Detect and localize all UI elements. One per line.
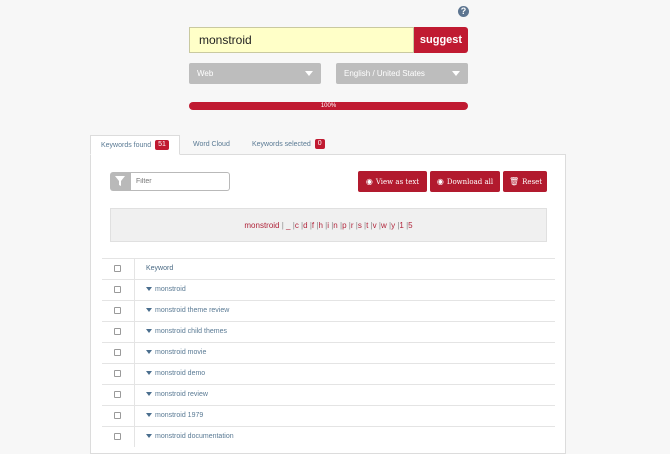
caret-down-icon — [146, 371, 152, 376]
keyword-link[interactable]: monstroid child themes — [146, 322, 227, 342]
caret-down-icon — [146, 329, 152, 334]
row-checkbox[interactable] — [114, 391, 121, 398]
caret-down-icon — [146, 308, 152, 313]
alphabet-letter[interactable]: v — [373, 221, 377, 230]
keywords-found-count-badge: 51 — [155, 140, 169, 151]
caret-down-icon — [146, 434, 152, 439]
view-as-text-label: View as text — [375, 178, 420, 186]
download-all-button[interactable]: ◉ Download all — [430, 171, 500, 192]
alphabet-letter[interactable]: _ — [286, 221, 290, 230]
column-header-keyword: Keyword — [146, 265, 174, 272]
alphabet-letter[interactable]: d — [303, 221, 307, 230]
tab-word-cloud[interactable]: Word Cloud — [183, 135, 240, 155]
chevron-down-icon — [305, 71, 313, 76]
alphabet-letter[interactable]: c — [295, 221, 299, 230]
alphabet-letter[interactable]: p — [342, 221, 346, 230]
alphabet-prefix[interactable]: monstroid — [244, 221, 279, 230]
progress-label: 100% — [320, 103, 337, 109]
table-row: monstroid theme review — [102, 300, 555, 321]
alphabet-letter[interactable]: f — [312, 221, 314, 230]
filter-group — [110, 172, 230, 191]
alphabet-letter[interactable]: w — [381, 221, 387, 230]
tab-label: Word Cloud — [193, 141, 230, 148]
search-input[interactable] — [189, 27, 414, 53]
keyword-table: Keyword monstroid monstroid theme review… — [102, 258, 555, 447]
alphabet-letter[interactable]: n — [333, 221, 337, 230]
tab-label: Keywords selected — [252, 141, 311, 148]
keyword-text: monstroid documentation — [155, 433, 234, 440]
alphabet-letter[interactable]: h — [318, 221, 322, 230]
alphabet-letter[interactable]: i — [327, 221, 329, 230]
keyword-text: monstroid theme review — [155, 307, 230, 314]
alphabet-letter[interactable]: r — [351, 221, 354, 230]
table-row: monstroid child themes — [102, 321, 555, 342]
filter-input[interactable] — [131, 172, 230, 191]
keyword-link[interactable]: monstroid movie — [146, 343, 206, 363]
alphabet-filter: monstroid | _ |c |d |f |h |i |n |p |r |s… — [110, 208, 547, 242]
row-checkbox[interactable] — [114, 307, 121, 314]
tab-keywords-selected[interactable]: Keywords selected 0 — [242, 135, 335, 155]
keyword-text: monstroid review — [155, 391, 208, 398]
eye-icon: ◉ — [365, 177, 373, 186]
source-select[interactable]: Web — [189, 63, 321, 84]
keyword-link[interactable]: monstroid review — [146, 385, 208, 405]
keyword-link[interactable]: monstroid documentation — [146, 427, 234, 447]
table-row: monstroid documentation — [102, 426, 555, 447]
caret-down-icon — [146, 392, 152, 397]
alphabet-letter[interactable]: 1 — [399, 221, 403, 230]
reset-label: Reset — [522, 178, 543, 186]
download-all-label: Download all — [446, 178, 494, 186]
table-row: monstroid demo — [102, 363, 555, 384]
row-checkbox[interactable] — [114, 328, 121, 335]
row-checkbox[interactable] — [114, 412, 121, 419]
table-row: monstroid movie — [102, 342, 555, 363]
row-checkbox[interactable] — [114, 286, 121, 293]
alphabet-letter[interactable]: y — [391, 221, 395, 230]
chevron-down-icon — [452, 71, 460, 76]
tab-label: Keywords found — [101, 142, 152, 149]
keywords-selected-count-badge: 0 — [314, 139, 325, 150]
keyword-link[interactable]: monstroid 1979 — [146, 406, 203, 426]
caret-down-icon — [146, 413, 152, 418]
table-row: monstroid 1979 — [102, 405, 555, 426]
row-checkbox[interactable] — [114, 349, 121, 356]
suggest-button[interactable]: suggest — [414, 27, 468, 53]
keyword-link[interactable]: monstroid demo — [146, 364, 205, 384]
tab-keywords-found[interactable]: Keywords found 51 — [90, 135, 180, 155]
row-checkbox[interactable] — [114, 433, 121, 440]
reset-button[interactable]: 🗑 Reset — [503, 171, 547, 192]
view-as-text-button[interactable]: ◉ View as text — [358, 171, 427, 192]
keyword-text: monstroid demo — [155, 370, 206, 377]
table-row: monstroid review — [102, 384, 555, 405]
table-row: monstroid — [102, 279, 555, 300]
table-header-row: Keyword — [102, 258, 555, 279]
keyword-link[interactable]: monstroid theme review — [146, 301, 229, 321]
source-select-value: Web — [197, 69, 214, 78]
keyword-link[interactable]: monstroid — [146, 280, 186, 300]
caret-down-icon — [146, 287, 152, 292]
row-checkbox[interactable] — [114, 370, 121, 377]
caret-down-icon — [146, 350, 152, 355]
progress-bar: 100% — [189, 102, 468, 110]
alphabet-letter[interactable]: s — [358, 221, 362, 230]
keyword-text: monstroid movie — [155, 349, 207, 356]
keyword-text: monstroid 1979 — [155, 412, 204, 419]
filter-button[interactable] — [110, 172, 131, 191]
funnel-icon — [115, 176, 125, 186]
alphabet-letter[interactable]: t — [366, 221, 368, 230]
language-select[interactable]: English / United States — [336, 63, 468, 84]
alphabet-letter[interactable]: 5 — [408, 221, 412, 230]
eye-icon: ◉ — [436, 177, 444, 186]
trash-icon: 🗑 — [509, 177, 520, 186]
help-icon[interactable]: ? — [458, 6, 469, 17]
select-all-checkbox[interactable] — [114, 265, 121, 272]
keyword-text: monstroid — [155, 286, 186, 293]
keyword-text: monstroid child themes — [155, 328, 227, 335]
language-select-value: English / United States — [344, 69, 425, 78]
